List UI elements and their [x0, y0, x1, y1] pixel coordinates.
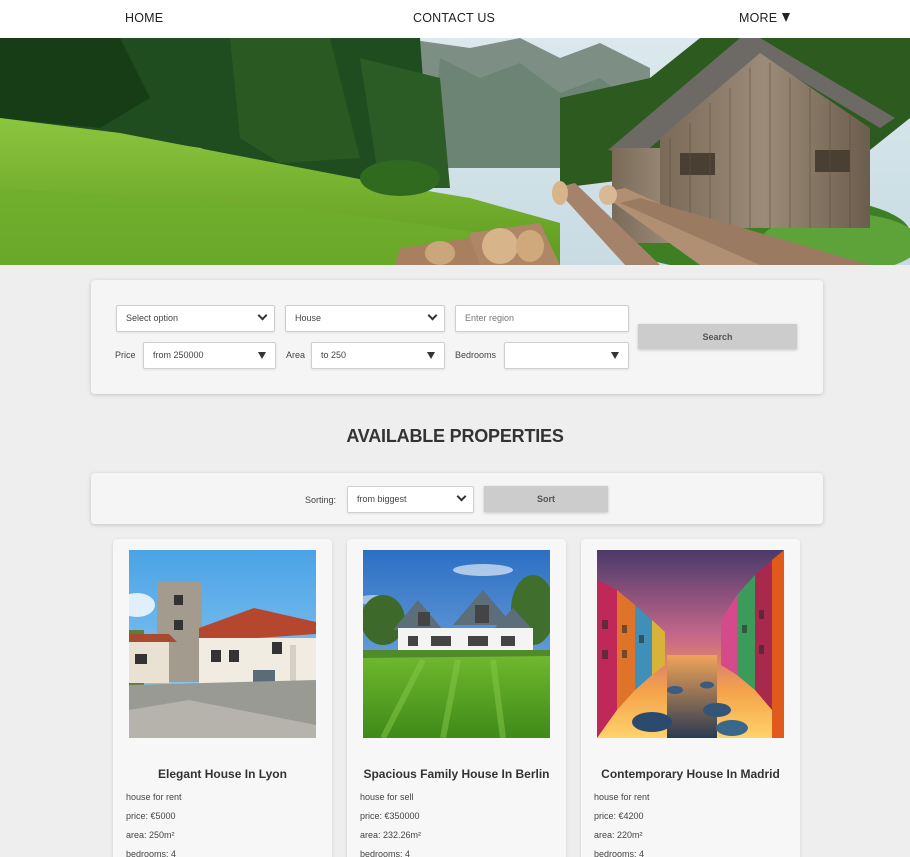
nav-more-dropdown[interactable]: MORE — [739, 11, 791, 25]
property-price: price: €4200 — [594, 811, 644, 821]
page-heading: AVAILABLE PROPERTIES — [346, 426, 564, 446]
property-title[interactable]: Elegant House In Lyon — [113, 767, 332, 781]
chevron-down-icon — [427, 310, 438, 321]
property-bedrooms: bedrooms: 4 — [126, 849, 177, 857]
area-label: Area — [286, 350, 306, 360]
property-price: price: €350000 — [360, 811, 420, 821]
property-price: price: €5000 — [126, 811, 176, 821]
price-label: Price — [115, 350, 136, 360]
property-bedrooms: bedrooms: 4 — [594, 849, 645, 857]
property-card[interactable]: Contemporary House In Madrid house for r… — [581, 539, 800, 857]
property-type: house for sell — [360, 792, 414, 802]
triangle-down-icon — [611, 352, 619, 359]
property-bedrooms: bedrooms: 4 — [360, 849, 411, 857]
price-select[interactable]: from 250000 — [143, 342, 276, 369]
chevron-down-icon — [456, 491, 467, 502]
region-input-placeholder: Enter region — [465, 313, 515, 323]
property-type: house for rent — [126, 792, 182, 802]
hero-image — [0, 38, 910, 265]
property-area: area: 250m² — [126, 830, 175, 840]
sort-button[interactable]: Sort — [484, 486, 608, 512]
price-select-value: from 250000 — [153, 350, 204, 360]
option-select[interactable]: Select option — [116, 305, 275, 332]
property-card[interactable]: Elegant House In Lyon house for rent pri… — [113, 539, 332, 857]
bedrooms-label: Bedrooms — [455, 350, 497, 360]
search-panel: Select option House Enter region Price f… — [91, 280, 823, 394]
property-title[interactable]: Spacious Family House In Berlin — [347, 767, 566, 781]
region-input[interactable]: Enter region — [455, 305, 629, 332]
property-area: area: 220m² — [594, 830, 643, 840]
nav-home-link[interactable]: HOME — [125, 11, 163, 25]
property-title[interactable]: Contemporary House In Madrid — [581, 767, 800, 781]
property-type-select[interactable]: House — [285, 305, 445, 332]
triangle-down-icon — [258, 352, 266, 359]
chevron-down-icon — [257, 310, 268, 321]
property-area: area: 232.26m² — [360, 830, 422, 840]
property-photo[interactable] — [363, 550, 550, 738]
nav-contact-link[interactable]: CONTACT US — [413, 11, 495, 25]
bedrooms-select[interactable] — [504, 342, 629, 369]
property-type: house for rent — [594, 792, 650, 802]
sort-panel: Sorting: from biggest Sort — [91, 473, 823, 524]
nav-more-label: MORE — [739, 11, 778, 25]
search-button[interactable]: Search — [638, 324, 797, 349]
sorting-select[interactable]: from biggest — [347, 486, 474, 513]
property-photo[interactable] — [597, 550, 784, 738]
area-select[interactable]: to 250 — [311, 342, 445, 369]
area-select-value: to 250 — [321, 350, 347, 360]
property-type-value: House — [295, 313, 322, 323]
triangle-down-icon — [427, 352, 435, 359]
triangle-down-icon — [782, 13, 791, 22]
sorting-select-value: from biggest — [357, 494, 407, 504]
property-card[interactable]: Spacious Family House In Berlin house fo… — [347, 539, 566, 857]
sorting-label: Sorting: — [305, 495, 337, 505]
option-select-value: Select option — [126, 313, 179, 323]
top-nav: HOME CONTACT US MORE — [0, 0, 910, 38]
property-photo[interactable] — [129, 550, 316, 738]
